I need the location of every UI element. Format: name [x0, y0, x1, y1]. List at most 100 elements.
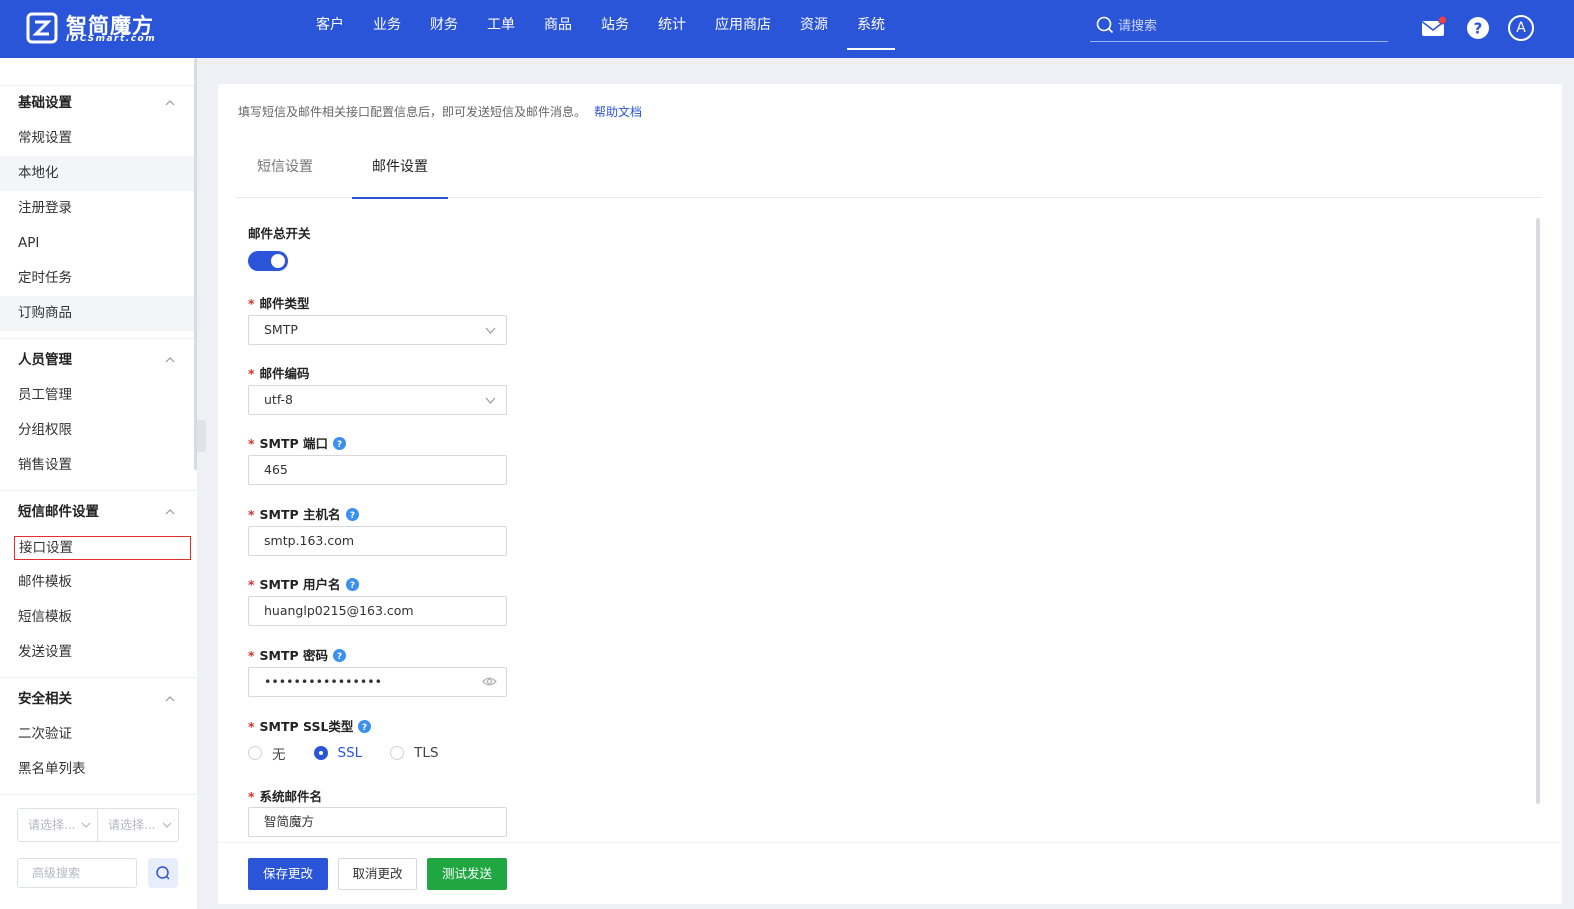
sidebar-item[interactable]: 发送设置 — [0, 635, 197, 670]
advanced-search-input[interactable]: 高级搜索 — [17, 858, 137, 888]
sidebar-select-2[interactable]: 请选择... — [98, 809, 178, 841]
smtp-password-input[interactable]: •••••••••••••••• — [248, 667, 507, 697]
sidebar-group-title[interactable]: 安全相关 — [0, 682, 197, 717]
sidebar-item[interactable]: 销售设置 — [0, 448, 197, 483]
smtp-user-input[interactable]: huanglp0215@163.com — [248, 596, 507, 626]
advanced-search-button[interactable] — [148, 858, 178, 888]
question-icon[interactable]: ? — [333, 649, 347, 662]
mail-encoding-select[interactable]: utf-8 — [248, 385, 507, 415]
sidebar-item[interactable]: 定时任务 — [0, 261, 197, 296]
tab-mail-settings[interactable]: 邮件设置 — [352, 144, 448, 199]
required-mark: * — [248, 789, 255, 804]
smtp-password-label-text: SMTP 密码 — [259, 648, 329, 663]
ssl-option-none[interactable]: 无 — [248, 743, 286, 763]
tab-sms-settings[interactable]: 短信设置 — [236, 144, 334, 198]
sidebar-item[interactable]: 员工管理 — [0, 378, 197, 413]
smtp-port-input[interactable]: 465 — [248, 455, 507, 485]
required-mark: * — [248, 507, 255, 522]
search-input[interactable] — [1118, 14, 1378, 38]
notice-text: 填写短信及邮件相关接口配置信息后，即可发送短信及邮件消息。 帮助文档 — [238, 103, 642, 120]
sidebar-collapse-handle[interactable] — [197, 420, 206, 452]
sidebar-group-title-text: 基础设置 — [18, 95, 72, 111]
cancel-button[interactable]: 取消更改 — [338, 858, 417, 890]
sidebar-group-title[interactable]: 人员管理 — [0, 343, 197, 378]
system-mail-name-label-text: 系统邮件名 — [259, 789, 323, 804]
brand-logo[interactable]: 智简魔方 IDCSmart.com — [26, 10, 176, 48]
smtp-password-value: •••••••••••••••• — [264, 674, 382, 689]
help-icon[interactable]: ? — [1465, 15, 1491, 41]
ssl-option-ssl-label: SSL — [337, 745, 363, 761]
radio-dot — [313, 746, 328, 760]
smtp-user-label: * SMTP 用户名? — [248, 574, 359, 593]
sidebar-item[interactable]: 邮件模板 — [0, 565, 197, 600]
sidebar-group-title-text: 人员管理 — [18, 352, 72, 368]
logo-mark-icon — [26, 12, 58, 44]
nav-item[interactable]: 系统 — [847, 0, 895, 50]
ssl-option-ssl[interactable]: SSL — [313, 743, 363, 763]
question-icon[interactable]: ? — [345, 578, 359, 591]
sidebar-group-title[interactable]: 短信邮件设置 — [0, 495, 197, 530]
required-mark: * — [248, 366, 255, 381]
question-icon[interactable]: ? — [358, 720, 372, 733]
required-mark: * — [248, 648, 255, 663]
smtp-host-value: smtp.163.com — [264, 533, 355, 548]
mail-type-label: * 邮件类型 — [248, 293, 310, 312]
sidebar-top-gap — [0, 58, 197, 86]
system-mail-name-input[interactable]: 智简魔方 — [248, 807, 507, 837]
sidebar-item[interactable]: 注册登录 — [0, 191, 197, 226]
sidebar-group-title-text: 安全相关 — [18, 691, 72, 707]
ssl-option-tls[interactable]: TLS — [390, 743, 439, 763]
sidebar-scrollbar[interactable] — [194, 58, 197, 470]
sidebar-item[interactable]: 二次验证 — [0, 717, 197, 752]
nav-item[interactable]: 应用商店 — [705, 0, 781, 50]
smtp-port-label-text: SMTP 端口 — [259, 436, 329, 451]
system-mail-name-value: 智简魔方 — [264, 814, 315, 829]
test-send-button[interactable]: 测试发送 — [427, 858, 507, 890]
sidebar-divider — [0, 787, 197, 795]
smtp-host-input[interactable]: smtp.163.com — [248, 526, 507, 556]
master-switch-label-text: 邮件总开关 — [248, 226, 311, 241]
smtp-ssl-radio-group: 无 SSL TLS — [248, 743, 467, 763]
question-icon[interactable]: ? — [333, 437, 347, 450]
sidebar-item[interactable]: 订购商品 — [0, 296, 197, 331]
sidebar-item[interactable]: 黑名单列表 — [0, 752, 197, 787]
nav-item[interactable]: 站务 — [591, 0, 639, 50]
smtp-password-label: * SMTP 密码? — [248, 645, 347, 664]
smtp-user-label-text: SMTP 用户名 — [259, 577, 341, 592]
user-avatar[interactable]: A — [1508, 15, 1534, 41]
mail-type-label-text: 邮件类型 — [259, 296, 310, 311]
help-doc-link[interactable]: 帮助文档 — [594, 105, 642, 119]
mail-type-value: SMTP — [264, 322, 298, 337]
question-icon[interactable]: ? — [345, 508, 359, 521]
sidebar-item[interactable]: 本地化 — [0, 156, 197, 191]
eye-icon[interactable] — [482, 676, 497, 687]
nav-item[interactable]: 财务 — [420, 0, 468, 50]
sidebar-groups: 基础设置常规设置 本地化 注册登录 API 定时任务 订购商品人员管理员工管理 分组权限 销售… — [0, 86, 197, 795]
sidebar-item[interactable]: 分组权限 — [0, 413, 197, 448]
chevron-up-icon — [165, 509, 175, 515]
nav-item[interactable]: 资源 — [790, 0, 838, 50]
nav-item[interactable]: 业务 — [363, 0, 411, 50]
nav-item[interactable]: 统计 — [648, 0, 696, 50]
mail-notification-icon[interactable] — [1421, 15, 1447, 41]
save-button[interactable]: 保存更改 — [248, 858, 328, 890]
master-switch-toggle[interactable] — [248, 251, 288, 271]
sidebar-group-title[interactable]: 基础设置 — [0, 86, 197, 121]
form-scrollbar[interactable] — [1536, 218, 1540, 804]
sidebar-item[interactable]: 短信模板 — [0, 600, 197, 635]
ssl-option-tls-label: TLS — [414, 745, 439, 761]
master-switch-label: 邮件总开关 — [248, 223, 311, 242]
mail-type-select[interactable]: SMTP — [248, 315, 507, 345]
chevron-down-icon — [485, 327, 496, 334]
nav-item[interactable]: 商品 — [534, 0, 582, 50]
search-icon[interactable] — [1096, 16, 1114, 34]
sidebar-select-1[interactable]: 请选择... — [18, 809, 98, 841]
nav-item[interactable]: 工单 — [477, 0, 525, 50]
system-mail-name-label: * 系统邮件名 — [248, 786, 322, 805]
search-icon — [156, 866, 170, 880]
nav-item[interactable]: 客户 — [306, 0, 354, 50]
notice-message: 填写短信及邮件相关接口配置信息后，即可发送短信及邮件消息。 — [238, 105, 587, 119]
sidebar-item[interactable]: API — [0, 226, 197, 261]
sidebar-item[interactable]: 常规设置 — [0, 121, 197, 156]
sidebar-item[interactable]: 接口设置 — [14, 536, 191, 560]
